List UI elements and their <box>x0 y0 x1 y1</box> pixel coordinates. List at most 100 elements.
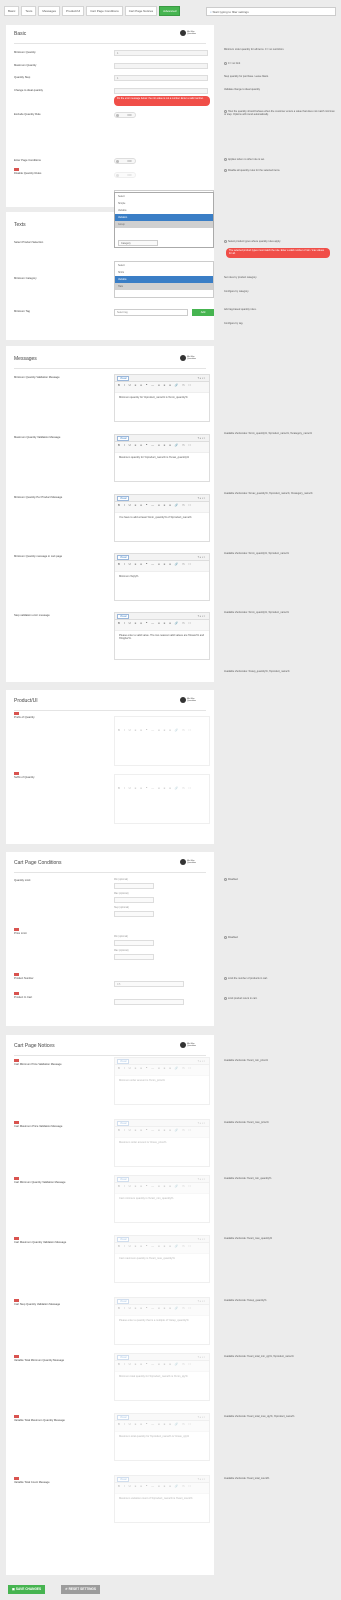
message-editor[interactable]: Visual Text B I U ≡ ≡ ❝ — ≡ ≡ ≡ 🔗 ✂ ⛶ Pleas… <box>114 1297 210 1345</box>
quantity-max-input[interactable] <box>114 897 154 903</box>
editor-toolbar[interactable]: B I U ≡ ≡ ❝ — ≡ ≡ ≡ 🔗 ✂ ⛶ <box>115 1421 209 1432</box>
list-item[interactable]: Select <box>115 193 213 200</box>
editor-body[interactable]: Maximum variation count of %product_name… <box>115 1494 209 1503</box>
editor-body[interactable]: Minimum %qty% <box>115 572 209 581</box>
add-media-button[interactable]: Visual <box>117 1355 130 1360</box>
add-button[interactable]: Add <box>192 309 214 316</box>
product-number-input[interactable]: 0.5 <box>114 981 184 987</box>
editor-body[interactable]: Cart maximum quantity is %cart_max_quant… <box>115 1254 209 1263</box>
editor-body[interactable]: You have to add at least %min_quantity% … <box>115 513 209 522</box>
message-editor[interactable]: Visual Text B I U ≡ ≡ ❝ — ≡ ≡ ≡ 🔗 ✂ ⛶ Minim… <box>114 553 210 601</box>
editor-mode-text[interactable]: Text <box>198 1059 206 1064</box>
list-item[interactable]: Shirts <box>115 269 213 276</box>
editor-mode-text[interactable]: Text <box>198 1477 206 1482</box>
prefix-editor[interactable]: B I U ≡ ≡ ❝ — ≡ ≡ ≡ 🔗 ✂ ⛶ <box>114 716 210 766</box>
ideal-quantity-input[interactable] <box>114 88 208 94</box>
editor-body[interactable]: Maximum total quantity for %product_name… <box>115 1432 209 1441</box>
editor-toolbar[interactable]: B I U ≡ ≡ ❝ — ≡ ≡ ≡ 🔗 ✂ ⛶ <box>115 442 209 453</box>
message-editor[interactable]: Visual Text B I U ≡ ≡ ❝ — ≡ ≡ ≡ 🔗 ✂ ⛶ Pleas… <box>114 612 210 660</box>
category-list[interactable]: Select Shirts Variable Hats <box>114 261 214 298</box>
message-editor[interactable]: Visual Text B I U ≡ ≡ ❝ — ≡ ≡ ≡ 🔗 ✂ ⛶ Minim… <box>114 1353 210 1401</box>
editor-toolbar[interactable]: B I U ≡ ≡ ❝ — ≡ ≡ ≡ 🔗 ✂ ⛶ <box>115 1361 209 1372</box>
editor-mode-text[interactable]: Text <box>198 1177 206 1182</box>
add-media-button[interactable]: Visual <box>117 1415 130 1420</box>
page-conditions-toggle[interactable]: OFF <box>114 158 136 164</box>
list-item[interactable]: Simple <box>115 200 213 207</box>
list-item[interactable]: Variable <box>115 207 213 214</box>
editor-mode-text[interactable]: Text <box>198 1415 206 1420</box>
message-editor[interactable]: Visual Text B I U ≡ ≡ ❝ — ≡ ≡ ≡ 🔗 ✂ ⛶ Maxim… <box>114 1475 210 1523</box>
add-media-button[interactable]: Visual <box>117 1121 130 1126</box>
editor-mode-text[interactable]: Text <box>198 376 206 381</box>
quantity-step-input[interactable] <box>114 911 154 917</box>
message-editor[interactable]: Visual Text B I U ≡ ≡ ❝ — ≡ ≡ ≡ 🔗 ✂ ⛶ You h… <box>114 494 210 542</box>
editor-body[interactable]: Please enter a valid value. The two near… <box>115 631 209 644</box>
editor-toolbar[interactable]: B I U ≡ ≡ ❝ — ≡ ≡ ≡ 🔗 ✂ ⛶ <box>115 1243 209 1254</box>
editor-body[interactable]: Minimum total quantity for %product_name… <box>115 1372 209 1381</box>
list-item[interactable]: Hats <box>115 283 213 290</box>
editor-mode-text[interactable]: Text <box>198 555 206 560</box>
add-media-button[interactable]: Visual <box>117 1177 130 1182</box>
editor-body[interactable]: Minimum order amount is %min_price% <box>115 1076 209 1085</box>
add-media-button[interactable]: Visual <box>117 1477 130 1482</box>
editor-toolbar[interactable]: B I U ≡ ≡ ❝ — ≡ ≡ ≡ 🔗 ✂ ⛶ <box>115 785 209 796</box>
editor-toolbar[interactable]: B I U ≡ ≡ ❝ — ≡ ≡ ≡ 🔗 ✂ ⛶ <box>115 727 209 738</box>
message-editor[interactable]: Visual Text B I U ≡ ≡ ❝ — ≡ ≡ ≡ 🔗 ✂ ⛶ Maxim… <box>114 434 210 482</box>
add-media-button[interactable]: Visual <box>117 555 130 560</box>
search-input[interactable]: ⌕ Start typing to filter settings <box>206 7 336 16</box>
add-media-button[interactable]: Visual <box>117 614 130 619</box>
quantity-min-input[interactable] <box>114 883 154 889</box>
editor-mode-text[interactable]: Text <box>198 496 206 501</box>
price-max-input[interactable] <box>114 954 154 960</box>
editor-toolbar[interactable]: B I U ≡ ≡ ❝ — ≡ ≡ ≡ 🔗 ✂ ⛶ <box>115 1183 209 1194</box>
message-editor[interactable]: Visual Text B I U ≡ ≡ ❝ — ≡ ≡ ≡ 🔗 ✂ ⛶ Minim… <box>114 374 210 422</box>
editor-toolbar[interactable]: B I U ≡ ≡ ❝ — ≡ ≡ ≡ 🔗 ✂ ⛶ <box>115 1483 209 1494</box>
message-editor[interactable]: Visual Text B I U ≡ ≡ ❝ — ≡ ≡ ≡ 🔗 ✂ ⛶ Cart … <box>114 1175 210 1223</box>
editor-mode-text[interactable]: Text <box>198 1237 206 1242</box>
editor-body[interactable]: Minimum quantity for %product_name% is %… <box>115 393 209 402</box>
list-item[interactable]: Select <box>115 262 213 269</box>
price-min-input[interactable] <box>114 940 154 946</box>
editor-mode-text[interactable]: Text <box>198 1121 206 1126</box>
editor-toolbar[interactable]: B I U ≡ ≡ ❝ — ≡ ≡ ≡ 🔗 ✂ ⛶ <box>115 382 209 393</box>
reset-settings-button[interactable]: ↺ RESET SETTINGS <box>61 1585 101 1594</box>
tab-basic[interactable]: Basic <box>4 6 20 16</box>
message-editor[interactable]: Visual Text B I U ≡ ≡ ❝ — ≡ ≡ ≡ 🔗 ✂ ⛶ Maxim… <box>114 1413 210 1461</box>
tag-select[interactable]: Select tag <box>114 309 188 316</box>
add-media-button[interactable]: Visual <box>117 436 130 441</box>
quantity-step-input[interactable]: 1 <box>114 75 208 81</box>
editor-mode-text[interactable]: Text <box>198 1299 206 1304</box>
editor-body[interactable]: Please enter a quantity that is a multip… <box>115 1316 209 1325</box>
add-media-button[interactable]: Visual <box>117 496 130 501</box>
tab-cart-page-notices[interactable]: Cart Page Notices <box>124 6 158 16</box>
list-item[interactable]: Variation <box>115 214 213 221</box>
save-changes-button[interactable]: ▣ SAVE CHANGES <box>8 1585 46 1594</box>
editor-toolbar[interactable]: B I U ≡ ≡ ❝ — ≡ ≡ ≡ 🔗 ✂ ⛶ <box>115 502 209 513</box>
editor-toolbar[interactable]: B I U ≡ ≡ ❝ — ≡ ≡ ≡ 🔗 ✂ ⛶ <box>115 1127 209 1138</box>
add-media-button[interactable]: Visual <box>117 1299 130 1304</box>
tab-advanced[interactable]: Advanced <box>159 6 181 16</box>
editor-toolbar[interactable]: B I U ≡ ≡ ❝ — ≡ ≡ ≡ 🔗 ✂ ⛶ <box>115 620 209 631</box>
message-editor[interactable]: Visual Text B I U ≡ ≡ ❝ — ≡ ≡ ≡ 🔗 ✂ ⛶ Maxim… <box>114 1119 210 1167</box>
category-select[interactable]: Category <box>118 240 158 246</box>
add-media-button[interactable]: Visual <box>117 1059 130 1064</box>
editor-body[interactable]: Maximum quantity for %product_name% is %… <box>115 453 209 462</box>
editor-toolbar[interactable]: B I U ≡ ≡ ❝ — ≡ ≡ ≡ 🔗 ✂ ⛶ <box>115 561 209 572</box>
product-in-cart-input[interactable] <box>114 999 184 1005</box>
tab-messages[interactable]: Messages <box>38 6 61 16</box>
add-media-button[interactable]: Visual <box>117 376 130 381</box>
editor-mode-text[interactable]: Text <box>198 614 206 619</box>
min-quantity-input[interactable]: 1 <box>114 50 208 56</box>
editor-body[interactable]: Maximum order amount is %max_price% <box>115 1138 209 1147</box>
tab-texts[interactable]: Texts <box>21 6 37 16</box>
editor-body[interactable]: Cart minimum quantity is %cart_min_quant… <box>115 1194 209 1203</box>
editor-toolbar[interactable]: B I U ≡ ≡ ❝ — ≡ ≡ ≡ 🔗 ✂ ⛶ <box>115 1065 209 1076</box>
editor-toolbar[interactable]: B I U ≡ ≡ ❝ — ≡ ≡ ≡ 🔗 ✂ ⛶ <box>115 1305 209 1316</box>
disable-rules-toggle[interactable]: OFF <box>114 172 136 178</box>
list-item[interactable]: Variable <box>115 276 213 283</box>
tab-cart-page-conditions[interactable]: Cart Page Conditions <box>86 6 123 16</box>
suffix-editor[interactable]: B I U ≡ ≡ ❝ — ≡ ≡ ≡ 🔗 ✂ ⛶ <box>114 774 210 824</box>
editor-mode-text[interactable]: Text <box>198 436 206 441</box>
add-media-button[interactable]: Visual <box>117 1237 130 1242</box>
max-quantity-input[interactable] <box>114 63 208 69</box>
